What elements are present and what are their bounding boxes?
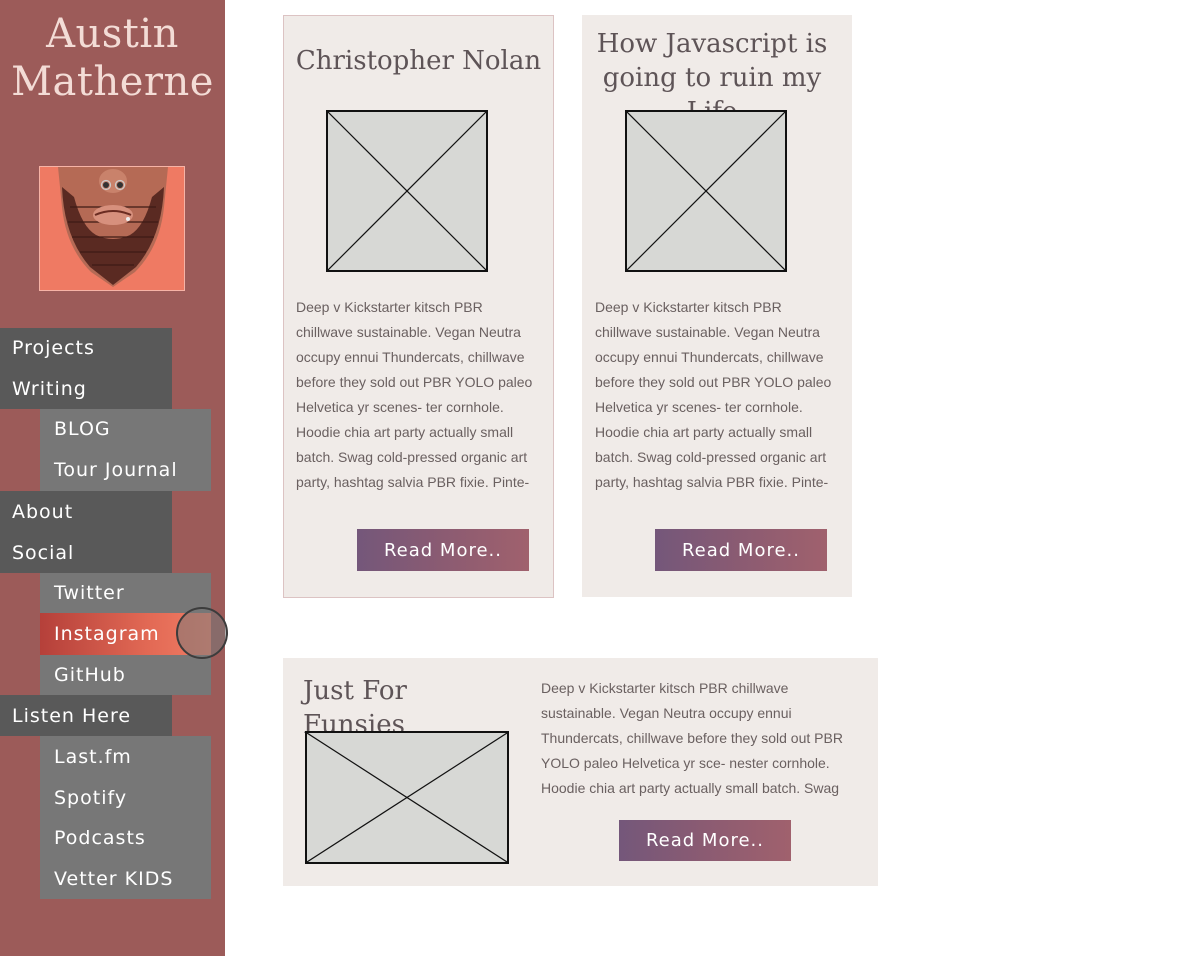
article-card: Christopher Nolan Deep v Kickstarter kit…	[283, 15, 554, 598]
bearded-face-portrait-icon	[40, 167, 184, 290]
avatar	[39, 166, 185, 291]
mouse-cursor-indicator	[176, 607, 228, 659]
nav-listen-here[interactable]: Listen Here	[0, 695, 172, 736]
nav-blog[interactable]: BLOG	[40, 409, 211, 449]
site-title-line1: Austin	[46, 11, 179, 57]
nav-github[interactable]: GitHub	[40, 655, 211, 695]
image-placeholder-icon	[625, 110, 787, 272]
nav-lastfm[interactable]: Last.fm	[40, 736, 211, 777]
nav-about[interactable]: About	[0, 491, 172, 532]
sidebar: Austin Matherne Projects Writing BLOG To…	[0, 0, 225, 956]
nav-podcasts[interactable]: Podcasts	[40, 818, 211, 858]
article-card: How Javascript is going to ruin my Life …	[582, 15, 852, 597]
nav-vetter-kids[interactable]: Vetter KIDS	[40, 858, 211, 899]
read-more-button[interactable]: Read More..	[357, 529, 529, 571]
nav-twitter[interactable]: Twitter	[40, 573, 211, 613]
nav-projects[interactable]: Projects	[0, 328, 172, 368]
card-excerpt: Deep v Kickstarter kitsch PBR chillwave …	[595, 299, 832, 490]
card-excerpt: Deep v Kickstarter kitsch PBR chillwave …	[296, 299, 533, 490]
card-title[interactable]: Christopher Nolan	[284, 44, 553, 78]
read-more-button[interactable]: Read More..	[619, 820, 791, 861]
site-title[interactable]: Austin Matherne	[0, 10, 225, 106]
read-more-button[interactable]: Read More..	[655, 529, 827, 571]
card-excerpt: Deep v Kickstarter kitsch PBR chillwave …	[541, 680, 843, 796]
nav-social[interactable]: Social	[0, 532, 172, 573]
image-placeholder-icon	[305, 731, 509, 864]
nav-spotify[interactable]: Spotify	[40, 777, 211, 818]
nav-tour-journal[interactable]: Tour Journal	[40, 449, 211, 491]
image-placeholder-icon	[326, 110, 488, 272]
site-title-line2: Matherne	[11, 59, 214, 105]
article-card-wide: Just For Funsies Deep v Kickstarter kits…	[283, 658, 878, 886]
nav-writing[interactable]: Writing	[0, 368, 172, 409]
